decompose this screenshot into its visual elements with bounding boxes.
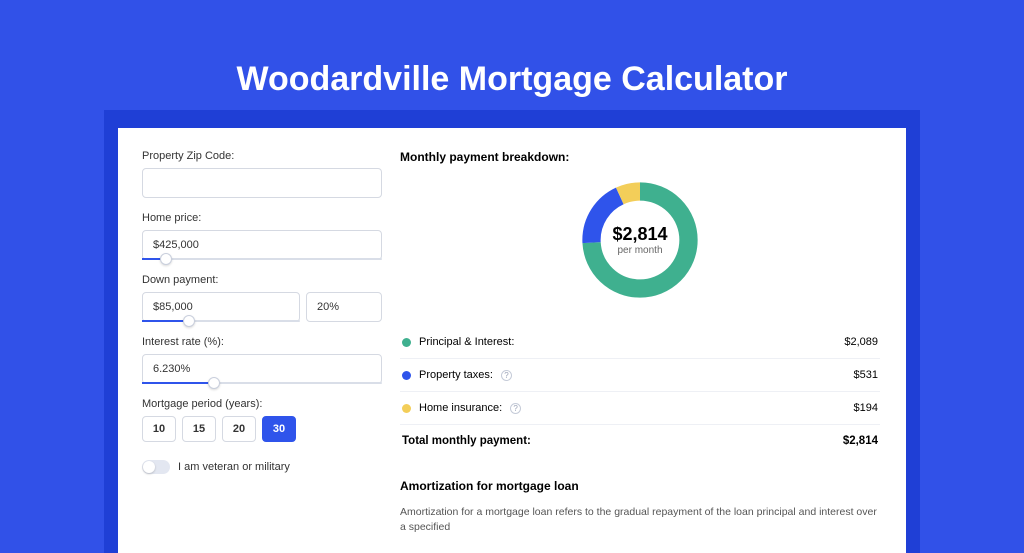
legend-value-principal: $2,089 — [844, 336, 878, 348]
page-title: Woodardville Mortgage Calculator — [0, 0, 1024, 99]
breakdown-column: Monthly payment breakdown: $2,814 per mo… — [400, 150, 880, 535]
period-options: 10 15 20 30 — [142, 416, 382, 442]
down-slider-fill — [142, 320, 189, 322]
zip-input[interactable] — [142, 168, 382, 198]
zip-row: Property Zip Code: — [142, 150, 382, 198]
dot-principal — [402, 338, 411, 347]
rate-input[interactable] — [142, 354, 382, 384]
down-row: Down payment: — [142, 274, 382, 322]
legend-value-insurance: $194 — [854, 402, 878, 414]
period-label: Mortgage period (years): — [142, 398, 382, 410]
legend-row-principal: Principal & Interest: $2,089 — [400, 326, 880, 359]
period-btn-10[interactable]: 10 — [142, 416, 176, 442]
rate-label: Interest rate (%): — [142, 336, 382, 348]
amortization-heading: Amortization for mortgage loan — [400, 479, 880, 493]
amortization-body: Amortization for a mortgage loan refers … — [400, 505, 880, 535]
calculator-panel: Property Zip Code: Home price: Down paym… — [118, 128, 906, 553]
down-amount-input[interactable] — [142, 292, 300, 322]
rate-slider[interactable] — [142, 382, 382, 384]
rate-slider-fill — [142, 382, 214, 384]
toggle-knob — [143, 461, 155, 473]
donut-chart: $2,814 per month — [400, 176, 880, 304]
rate-slider-thumb[interactable] — [208, 377, 220, 389]
inputs-column: Property Zip Code: Home price: Down paym… — [142, 150, 382, 535]
price-input[interactable] — [142, 230, 382, 260]
legend-row-insurance: Home insurance: ? $194 — [400, 392, 880, 425]
amortization-section: Amortization for mortgage loan Amortizat… — [400, 479, 880, 535]
veteran-label: I am veteran or military — [178, 461, 290, 473]
period-btn-15[interactable]: 15 — [182, 416, 216, 442]
dot-taxes — [402, 371, 411, 380]
price-slider-thumb[interactable] — [160, 253, 172, 265]
calculator-stage: Property Zip Code: Home price: Down paym… — [104, 110, 920, 553]
legend-label-taxes: Property taxes: — [419, 369, 493, 381]
down-slider-thumb[interactable] — [183, 315, 195, 327]
dot-insurance — [402, 404, 411, 413]
period-btn-20[interactable]: 20 — [222, 416, 256, 442]
rate-row: Interest rate (%): — [142, 336, 382, 384]
price-row: Home price: — [142, 212, 382, 260]
total-value: $2,814 — [843, 435, 878, 447]
price-label: Home price: — [142, 212, 382, 224]
donut-sublabel: per month — [617, 245, 662, 256]
legend-label-insurance: Home insurance: — [419, 402, 502, 414]
donut-amount: $2,814 — [612, 224, 667, 245]
price-slider[interactable] — [142, 258, 382, 260]
period-row: Mortgage period (years): 10 15 20 30 — [142, 398, 382, 442]
breakdown-heading: Monthly payment breakdown: — [400, 150, 880, 164]
legend-row-taxes: Property taxes: ? $531 — [400, 359, 880, 392]
total-row: Total monthly payment: $2,814 — [400, 425, 880, 457]
zip-label: Property Zip Code: — [142, 150, 382, 162]
down-percent-input[interactable] — [306, 292, 382, 322]
period-btn-30[interactable]: 30 — [262, 416, 296, 442]
veteran-row: I am veteran or military — [142, 460, 382, 474]
down-slider[interactable] — [142, 320, 300, 322]
down-label: Down payment: — [142, 274, 382, 286]
total-label: Total monthly payment: — [402, 435, 531, 447]
legend-label-principal: Principal & Interest: — [419, 336, 514, 348]
legend-value-taxes: $531 — [854, 369, 878, 381]
info-icon[interactable]: ? — [510, 403, 521, 414]
donut-center: $2,814 per month — [576, 176, 704, 304]
info-icon[interactable]: ? — [501, 370, 512, 381]
veteran-toggle[interactable] — [142, 460, 170, 474]
